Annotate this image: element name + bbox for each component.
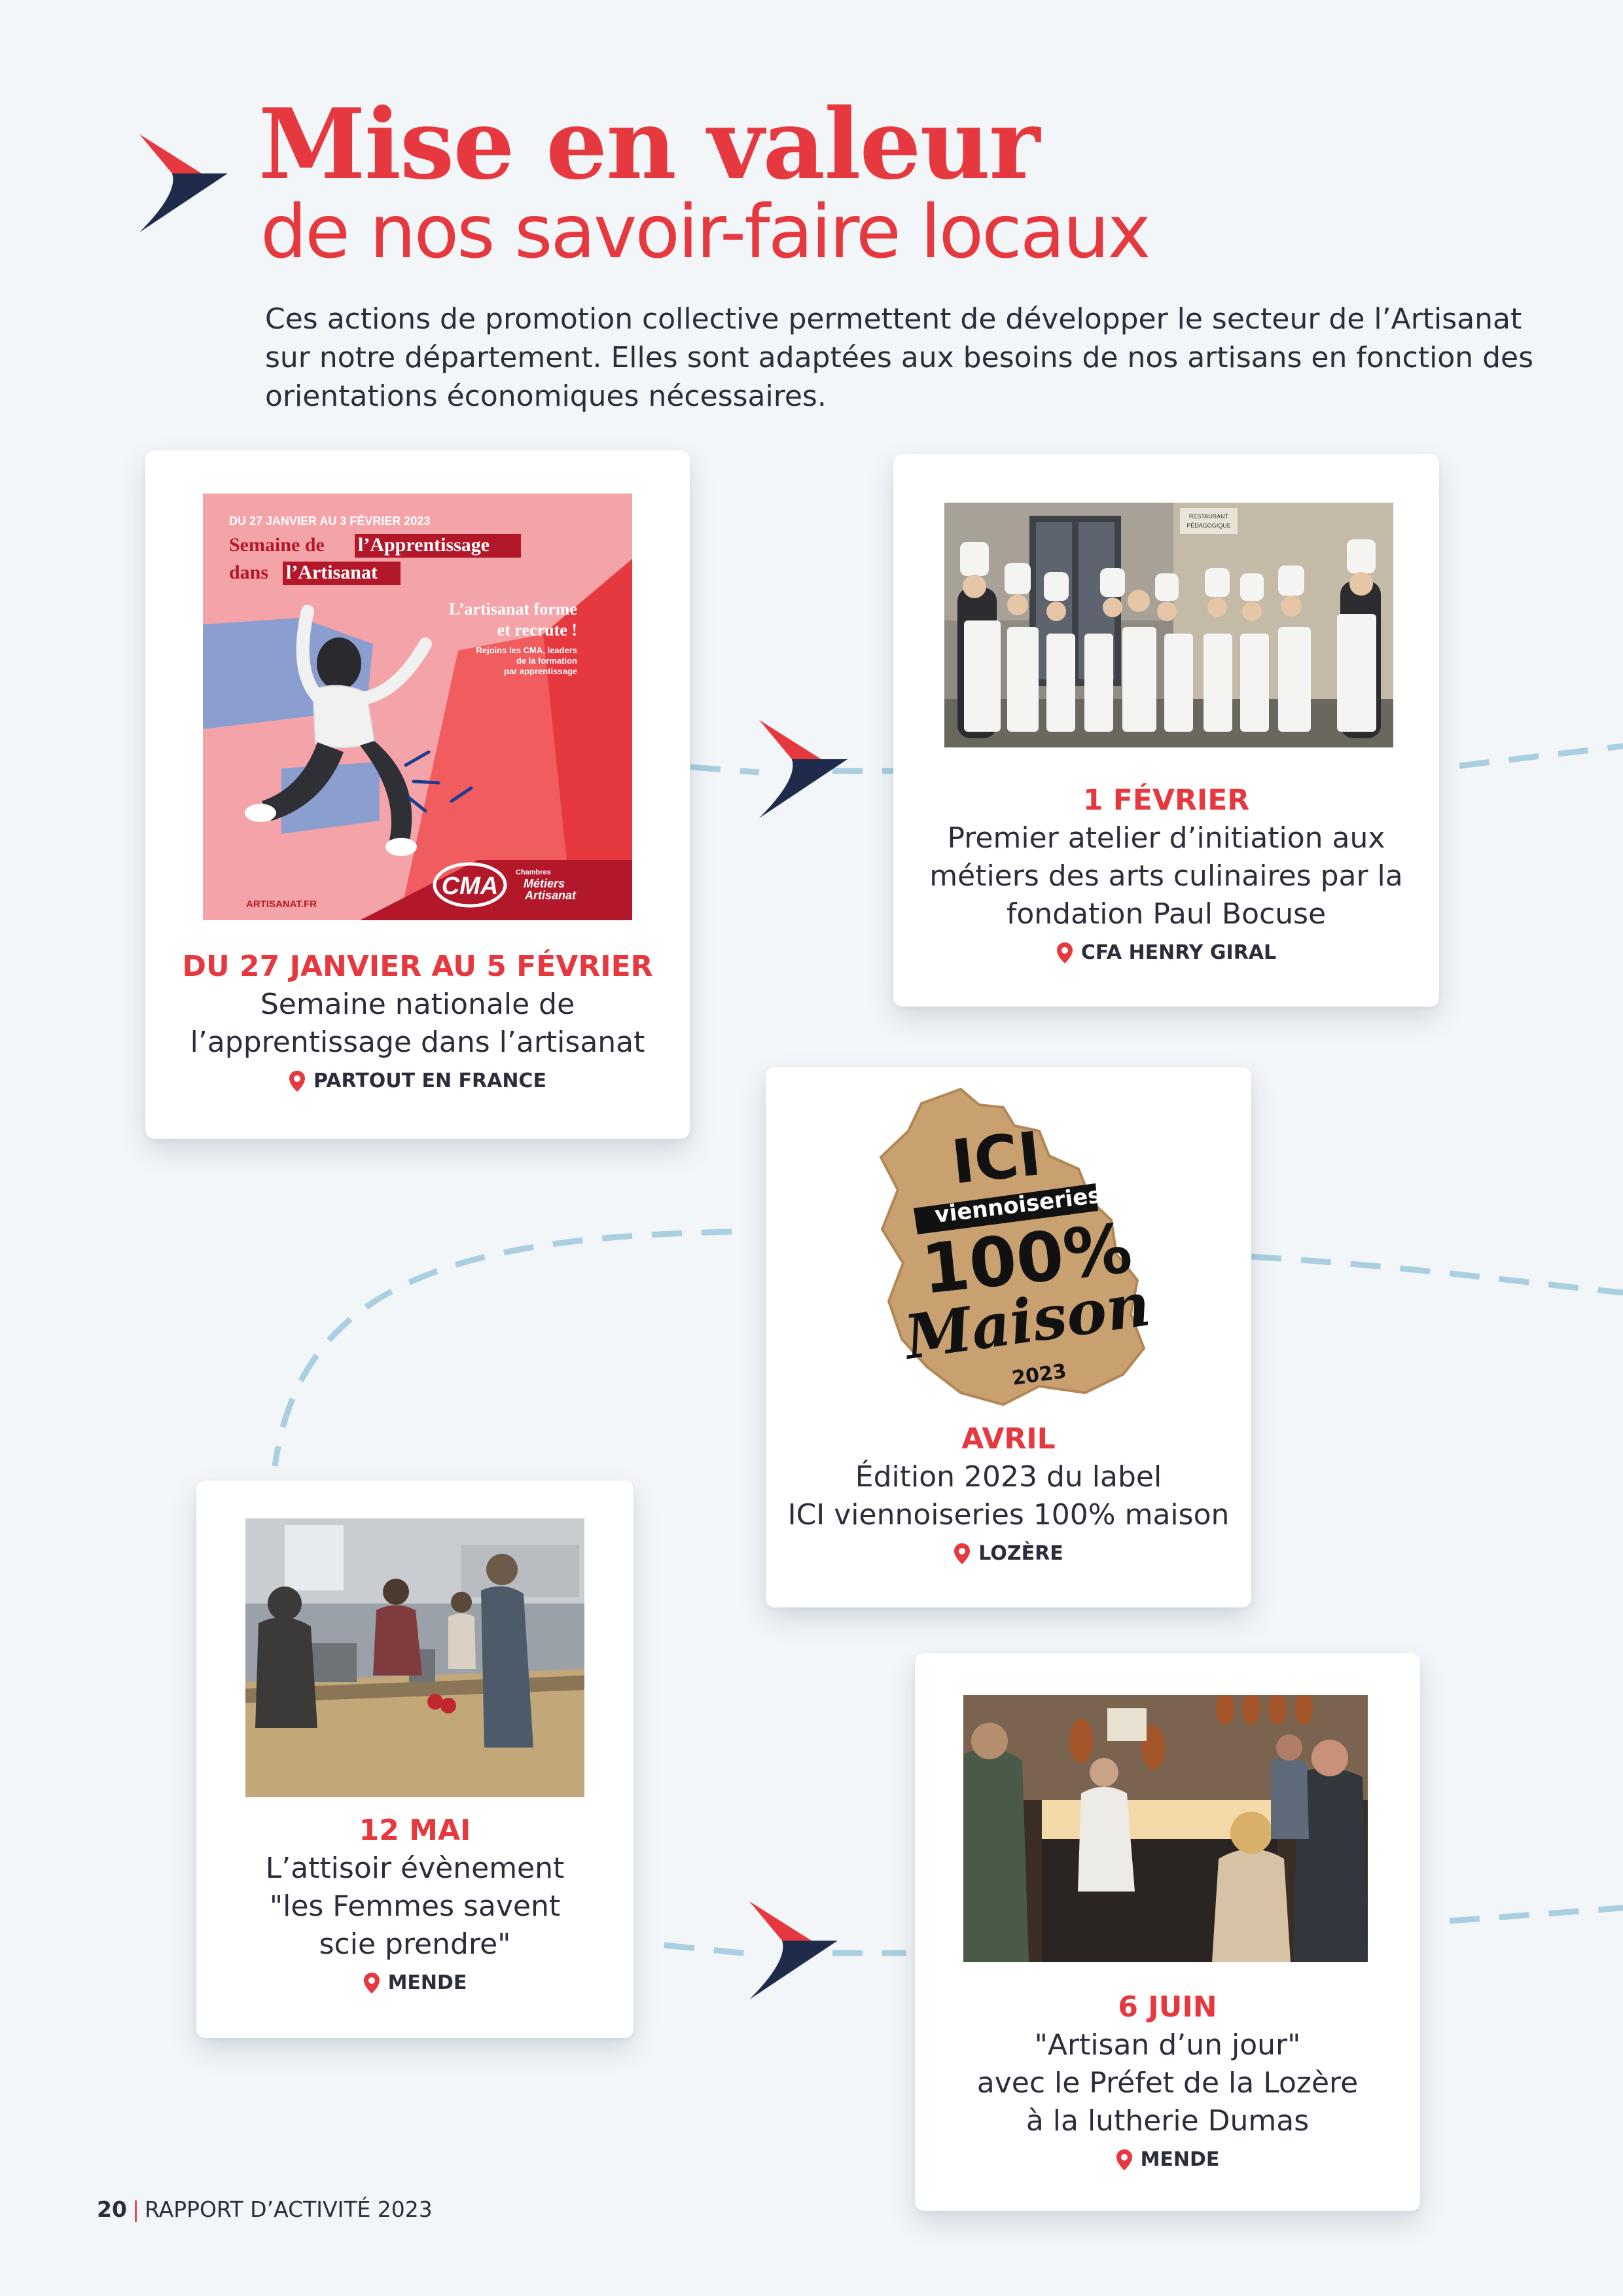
event-description: "Artisan d’un jour" avec le Préfet de la… bbox=[976, 2028, 1359, 2138]
event-location: CFA HENRY GIRAL bbox=[893, 940, 1439, 966]
event-location: PARTOUT EN FRANCE bbox=[145, 1068, 690, 1094]
connector-segment bbox=[664, 1942, 750, 1957]
connector-segment bbox=[690, 764, 760, 776]
poster-brand-1: Chambres bbox=[516, 869, 551, 876]
poster-note-2: de la formation bbox=[516, 656, 577, 666]
location-pin-icon bbox=[1116, 2149, 1132, 2170]
label-logo: ICI viennoiseries 100% Maison 2023 bbox=[863, 1085, 1154, 1408]
event-date: AVRIL bbox=[961, 1422, 1056, 1456]
event-card: 12 MAI L’attisoir évènement "les Femmes … bbox=[196, 1480, 633, 2038]
event-date: 6 JUIN bbox=[1118, 1990, 1217, 2024]
event-location: MENDE bbox=[196, 1970, 633, 1996]
event-date: 1 FÉVRIER bbox=[1082, 783, 1250, 817]
poster-slogan-2: et recrute ! bbox=[497, 620, 577, 639]
poster-cma-logo: CMA bbox=[442, 872, 499, 900]
arrow-icon bbox=[749, 1901, 838, 2000]
connector-segment bbox=[272, 1229, 732, 1467]
event-description: L’attisoir évènement "les Femmes savent … bbox=[265, 1852, 565, 1961]
page-title: Mise en valeur bbox=[259, 87, 1040, 201]
event-description: Premier atelier d’initiation aux métiers… bbox=[929, 821, 1403, 931]
poster-brand-2: Métiers bbox=[524, 877, 565, 890]
poster-title-2b: l’Artisanat bbox=[286, 562, 378, 583]
connector-segment bbox=[1459, 743, 1623, 769]
event-date: DU 27 JANVIER AU 5 FÉVRIER bbox=[182, 950, 653, 983]
event-description: Semaine nationale de l’apprentissage dan… bbox=[190, 988, 645, 1059]
event-photo: RESTAURANT PÉDAGOGIQUE bbox=[944, 503, 1393, 747]
label-ici: ICI bbox=[948, 1119, 1044, 1198]
poster-title-1a: Semaine de bbox=[229, 534, 325, 556]
photo-sign-line2: PÉDAGOGIQUE bbox=[1186, 522, 1231, 529]
event-card: DU 27 JANVIER AU 3 FÉVRIER 2023 Semaine … bbox=[145, 450, 690, 1139]
page-number: 20 bbox=[97, 2197, 127, 2222]
event-photo bbox=[245, 1518, 584, 1797]
event-location: LOZÈRE bbox=[766, 1541, 1251, 1567]
event-location: MENDE bbox=[915, 2147, 1420, 2173]
poster-dates: DU 27 JANVIER AU 3 FÉVRIER 2023 bbox=[229, 514, 430, 528]
poster-title-2a: dans bbox=[229, 562, 268, 583]
event-photo bbox=[963, 1695, 1368, 1962]
poster-title-1b: l’Apprentissage bbox=[358, 534, 490, 556]
location-pin-icon bbox=[363, 1973, 380, 1994]
arrow-icon bbox=[139, 134, 228, 232]
event-poster: DU 27 JANVIER AU 3 FÉVRIER 2023 Semaine … bbox=[203, 493, 632, 920]
intro-paragraph: Ces actions de promotion collective perm… bbox=[265, 302, 1534, 413]
photo-sign-line1: RESTAURANT bbox=[1189, 513, 1229, 520]
event-card: 6 JUIN "Artisan d’un jour" avec le Préfe… bbox=[915, 1653, 1420, 2211]
event-card: ICI viennoiseries 100% Maison 2023 AVRIL… bbox=[766, 1067, 1251, 1607]
page-subtitle: de nos savoir-faire locaux bbox=[260, 190, 1151, 275]
event-description: Édition 2023 du label ICI viennoiseries … bbox=[787, 1460, 1230, 1532]
poster-site: ARTISANAT.FR bbox=[246, 899, 317, 910]
poster-slogan-1: L’artisanat forme bbox=[449, 600, 577, 619]
location-pin-icon bbox=[954, 1543, 971, 1564]
event-date: 12 MAI bbox=[359, 1814, 471, 1847]
poster-note-3: par apprentissage bbox=[504, 666, 577, 676]
connector-segment bbox=[1251, 1253, 1623, 1296]
location-pin-icon bbox=[1056, 942, 1073, 963]
connector-segment bbox=[1449, 1905, 1623, 1924]
poster-brand-3: Artisanat bbox=[524, 889, 577, 902]
page-footer: 20 | RAPPORT D’ACTIVITÉ 2023 bbox=[97, 2197, 433, 2222]
location-pin-icon bbox=[289, 1071, 306, 1092]
report-title: RAPPORT D’ACTIVITÉ 2023 bbox=[145, 2197, 433, 2222]
poster-note-1: Rejoins les CMA, leaders bbox=[476, 645, 577, 655]
event-card: RESTAURANT PÉDAGOGIQUE 1 FÉVRIER Premier… bbox=[893, 454, 1439, 1007]
